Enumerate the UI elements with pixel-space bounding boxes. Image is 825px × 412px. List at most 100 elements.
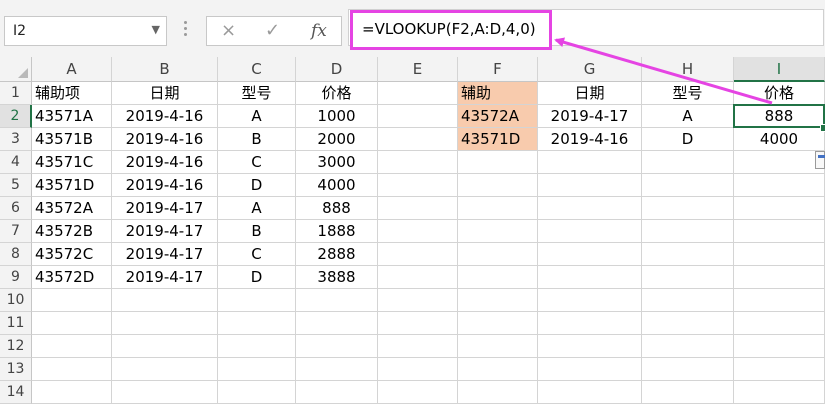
cell-a14[interactable]	[32, 381, 112, 404]
cell-d10[interactable]	[296, 289, 378, 312]
cell-f10[interactable]	[458, 289, 538, 312]
cell-h1[interactable]: 型号	[642, 82, 734, 105]
cell-e10[interactable]	[378, 289, 458, 312]
cell-f1[interactable]: 辅助	[458, 82, 538, 105]
cell-h3[interactable]: D	[642, 128, 734, 151]
cell-c6[interactable]: A	[218, 197, 296, 220]
cell-g3[interactable]: 2019-4-16	[538, 128, 642, 151]
row-header-8[interactable]: 8	[0, 243, 32, 266]
column-header-b[interactable]: B	[112, 57, 218, 82]
cell-c12[interactable]	[218, 335, 296, 358]
cell-i6[interactable]	[734, 197, 825, 220]
cell-c2[interactable]: A	[218, 105, 296, 128]
cell-c13[interactable]	[218, 358, 296, 381]
cell-i7[interactable]	[734, 220, 825, 243]
cell-a8[interactable]: 43572C	[32, 243, 112, 266]
cell-g10[interactable]	[538, 289, 642, 312]
cell-b12[interactable]	[112, 335, 218, 358]
cell-a13[interactable]	[32, 358, 112, 381]
cell-a10[interactable]	[32, 289, 112, 312]
cell-d1[interactable]: 价格	[296, 82, 378, 105]
cell-b3[interactable]: 2019-4-16	[112, 128, 218, 151]
cell-g2[interactable]: 2019-4-17	[538, 105, 642, 128]
select-all-button[interactable]	[0, 57, 32, 82]
cell-i9[interactable]	[734, 266, 825, 289]
column-header-i[interactable]: I	[734, 57, 825, 82]
cell-b9[interactable]: 2019-4-17	[112, 266, 218, 289]
row-header-14[interactable]: 14	[0, 381, 32, 404]
cell-i11[interactable]	[734, 312, 825, 335]
row-header-4[interactable]: 4	[0, 151, 32, 174]
chevron-down-icon[interactable]: ▼	[152, 23, 160, 36]
formula-text[interactable]: =VLOOKUP(F2,A:D,4,0)	[362, 20, 536, 38]
cell-e7[interactable]	[378, 220, 458, 243]
cell-a6[interactable]: 43572A	[32, 197, 112, 220]
row-header-5[interactable]: 5	[0, 174, 32, 197]
paste-options-icon[interactable]	[815, 151, 825, 169]
cell-i3[interactable]: 4000	[734, 128, 825, 151]
cell-d3[interactable]: 2000	[296, 128, 378, 151]
cell-h2[interactable]: A	[642, 105, 734, 128]
cell-b13[interactable]	[112, 358, 218, 381]
cell-e2[interactable]	[378, 105, 458, 128]
cell-c3[interactable]: B	[218, 128, 296, 151]
cell-f5[interactable]	[458, 174, 538, 197]
row-header-9[interactable]: 9	[0, 266, 32, 289]
cell-d9[interactable]: 3888	[296, 266, 378, 289]
cell-f4[interactable]	[458, 151, 538, 174]
cell-h6[interactable]	[642, 197, 734, 220]
column-header-a[interactable]: A	[32, 57, 112, 82]
column-header-f[interactable]: F	[458, 57, 538, 82]
cell-a9[interactable]: 43572D	[32, 266, 112, 289]
column-header-e[interactable]: E	[378, 57, 458, 82]
fill-handle[interactable]	[820, 124, 825, 132]
cell-d2[interactable]: 1000	[296, 105, 378, 128]
cell-g9[interactable]	[538, 266, 642, 289]
cell-h8[interactable]	[642, 243, 734, 266]
cell-f2[interactable]: 43572A	[458, 105, 538, 128]
cell-e14[interactable]	[378, 381, 458, 404]
cell-d13[interactable]	[296, 358, 378, 381]
cell-c1[interactable]: 型号	[218, 82, 296, 105]
cell-g12[interactable]	[538, 335, 642, 358]
cell-h14[interactable]	[642, 381, 734, 404]
cell-i8[interactable]	[734, 243, 825, 266]
cell-f3[interactable]: 43571D	[458, 128, 538, 151]
cell-b11[interactable]	[112, 312, 218, 335]
cell-c8[interactable]: C	[218, 243, 296, 266]
cell-e9[interactable]	[378, 266, 458, 289]
row-header-12[interactable]: 12	[0, 335, 32, 358]
cell-h10[interactable]	[642, 289, 734, 312]
cell-i5[interactable]	[734, 174, 825, 197]
cell-c9[interactable]: D	[218, 266, 296, 289]
cell-c5[interactable]: D	[218, 174, 296, 197]
cell-b5[interactable]: 2019-4-16	[112, 174, 218, 197]
cell-c14[interactable]	[218, 381, 296, 404]
cell-d8[interactable]: 2888	[296, 243, 378, 266]
column-header-c[interactable]: C	[218, 57, 296, 82]
cell-f11[interactable]	[458, 312, 538, 335]
cell-b7[interactable]: 2019-4-17	[112, 220, 218, 243]
cell-g1[interactable]: 日期	[538, 82, 642, 105]
column-header-h[interactable]: H	[642, 57, 734, 82]
cell-d12[interactable]	[296, 335, 378, 358]
cell-h7[interactable]	[642, 220, 734, 243]
cell-i2[interactable]: 888	[734, 105, 825, 128]
drag-handle-icon[interactable]	[184, 21, 188, 41]
cell-e1[interactable]	[378, 82, 458, 105]
cell-b14[interactable]	[112, 381, 218, 404]
insert-function-icon[interactable]: fx	[311, 21, 327, 41]
cell-a2[interactable]: 43571A	[32, 105, 112, 128]
row-header-1[interactable]: 1	[0, 82, 32, 105]
cell-b10[interactable]	[112, 289, 218, 312]
cell-b8[interactable]: 2019-4-17	[112, 243, 218, 266]
row-header-7[interactable]: 7	[0, 220, 32, 243]
cell-i14[interactable]	[734, 381, 825, 404]
cell-f7[interactable]	[458, 220, 538, 243]
cell-d14[interactable]	[296, 381, 378, 404]
cell-b4[interactable]: 2019-4-16	[112, 151, 218, 174]
column-header-g[interactable]: G	[538, 57, 642, 82]
cell-d4[interactable]: 3000	[296, 151, 378, 174]
cell-f8[interactable]	[458, 243, 538, 266]
cell-h9[interactable]	[642, 266, 734, 289]
